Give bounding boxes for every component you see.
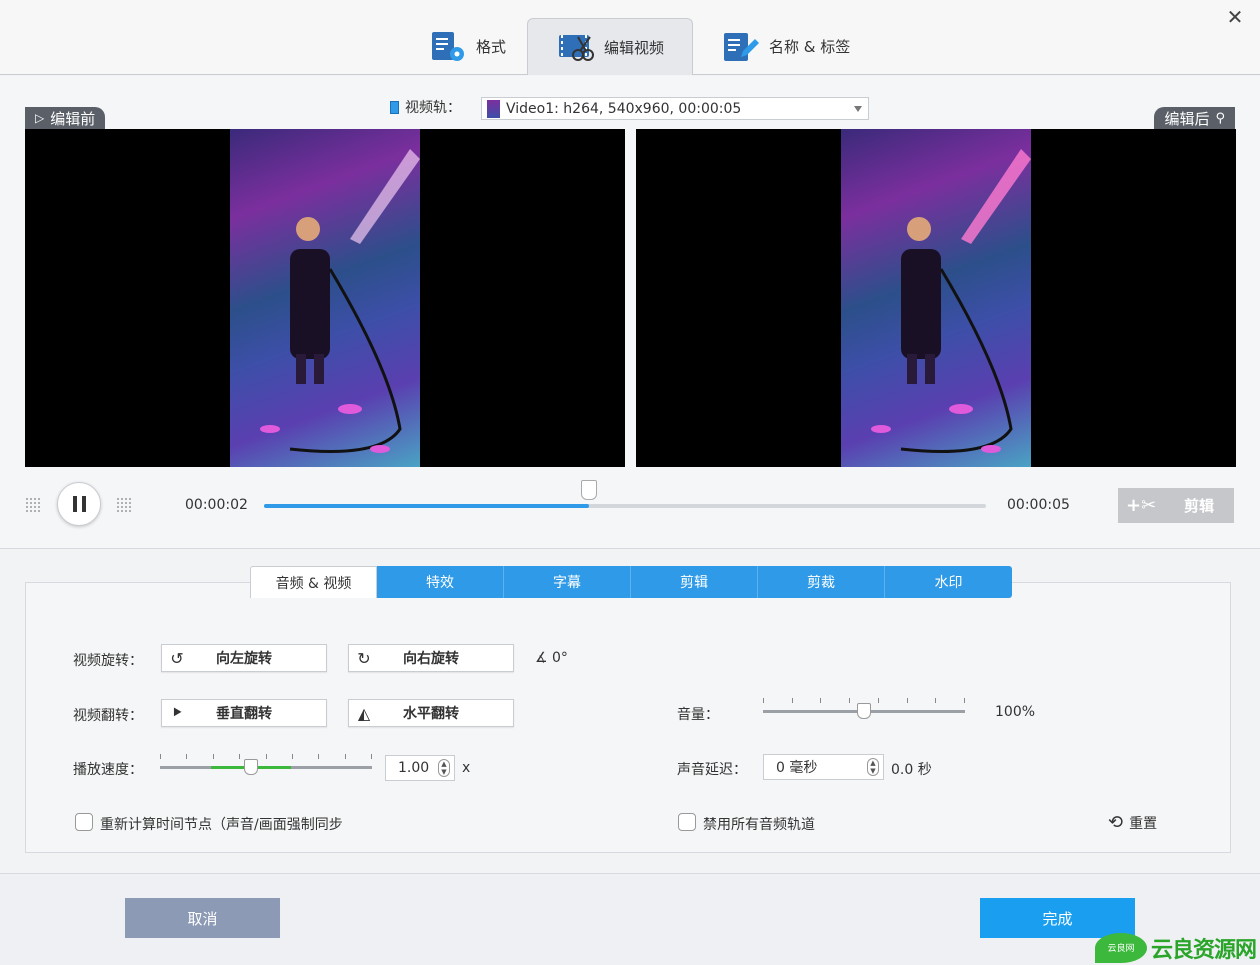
stepper-arrows-icon[interactable]: ▲ ▼ [438, 759, 450, 777]
after-edit-label: 编辑后 [1164, 109, 1210, 128]
rotate-left-icon: ↺ [170, 648, 184, 668]
tab-subtitles[interactable]: 字幕 [504, 566, 631, 598]
video-track-select[interactable]: Video1: h264, 540x960, 00:00:05 [481, 97, 869, 120]
tab-edit-video-label: 编辑视频 [604, 38, 665, 57]
volume-thumb[interactable] [857, 703, 871, 719]
tab-edit-video[interactable]: 编辑视频 [527, 18, 693, 75]
speed-label: 播放速度： [73, 762, 143, 778]
add-scissors-icon: +✂ [1126, 495, 1157, 516]
pause-icon [72, 496, 77, 512]
before-edit-tag: ▷ 编辑前 [25, 107, 106, 129]
disable-audio-label: 禁用所有音频轨道 [703, 817, 815, 833]
flip-horizontal-icon: ◭ [357, 703, 371, 723]
watermark-text: 云良资源网 [1151, 937, 1257, 963]
play-outline-icon: ▷ [35, 111, 45, 125]
video-track-icon [390, 100, 399, 114]
section-divider [0, 548, 1260, 549]
tab-audio-video[interactable]: 音频 & 视频 [250, 566, 377, 598]
after-video-frame [841, 129, 1031, 467]
video-track-label: 视频轨： [390, 97, 461, 117]
reset-label: 重置 [1129, 815, 1158, 832]
rotate-right-button[interactable]: ↻ 向右旋转 [348, 644, 514, 672]
flip-vertical-button[interactable]: ⯈ 垂直翻转 [161, 699, 327, 727]
speed-stepper[interactable]: 1.00 ▲ ▼ [385, 755, 455, 781]
speed-unit: x [462, 760, 471, 776]
angle-icon: ∡ [535, 650, 548, 666]
progress-fill [264, 504, 589, 508]
disable-audio-checkbox[interactable] [678, 813, 696, 831]
angle-readout: ∡ 0° [535, 650, 568, 666]
tab-effects[interactable]: 特效 [377, 566, 504, 598]
top-tab-bar: 格式 编辑视频 名称 & 标签 ✕ [0, 0, 1260, 75]
zoom-icon[interactable]: ⚲ [1215, 111, 1225, 126]
video-thumbnail-icon [487, 99, 500, 118]
flip-horizontal-label: 水平翻转 [403, 706, 459, 722]
speed-slider[interactable] [160, 754, 372, 775]
tab-name-tag[interactable]: 名称 & 标签 [717, 18, 854, 75]
format-settings-icon [432, 31, 464, 61]
recalc-label: 重新计算时间节点（声音/画面强制同步 [100, 817, 343, 833]
sub-tab-bar: 音频 & 视频 特效 字幕 剪辑 剪裁 水印 [250, 566, 1012, 598]
total-time: 00:00:05 [1007, 497, 1070, 513]
clip-button[interactable]: +✂ 剪辑 [1118, 488, 1234, 523]
watermark-logo: 云良网 云良资源网 [1095, 930, 1260, 965]
volume-label: 音量： [677, 707, 719, 723]
speed-value: 1.00 [398, 760, 430, 776]
before-video-preview [25, 129, 625, 467]
volume-value: 100% [995, 704, 1036, 720]
flip-vertical-icon: ⯈ [170, 703, 184, 722]
after-edit-tag: 编辑后 ⚲ [1154, 107, 1235, 129]
volume-slider[interactable] [763, 698, 965, 719]
chevron-down-icon [854, 106, 862, 112]
clip-button-label: 剪辑 [1183, 497, 1214, 515]
rotate-left-label: 向左旋转 [216, 651, 272, 667]
rotate-left-button[interactable]: ↺ 向左旋转 [161, 644, 327, 672]
speed-thumb[interactable] [244, 759, 259, 775]
scene-image [871, 149, 1031, 453]
delay-value: 0 毫秒 [776, 760, 818, 776]
reset-button[interactable]: ⟲ 重置 [1108, 812, 1157, 833]
next-frame-icon[interactable] [116, 497, 132, 513]
reset-icon: ⟲ [1108, 812, 1124, 833]
flip-vertical-label: 垂直翻转 [216, 706, 272, 722]
prev-frame-icon[interactable] [25, 497, 41, 513]
video-track-value: Video1: h264, 540x960, 00:00:05 [506, 100, 742, 117]
delay-seconds: 0.0 秒 [891, 762, 932, 778]
delay-label: 声音延迟： [677, 762, 747, 778]
speed-ticks [160, 754, 372, 759]
delay-stepper[interactable]: 0 毫秒 ▲ ▼ [763, 754, 884, 780]
flip-label: 视频翻转： [73, 708, 143, 724]
name-tag-icon [724, 32, 759, 61]
cancel-button[interactable]: 取消 [125, 898, 280, 938]
close-icon[interactable]: ✕ [1224, 6, 1246, 28]
video-track-label-text: 视频轨： [405, 100, 461, 116]
tab-clip[interactable]: 剪辑 [631, 566, 758, 598]
tab-crop[interactable]: 剪裁 [758, 566, 885, 598]
recalc-checkbox[interactable] [75, 813, 93, 831]
after-video-preview [636, 129, 1236, 467]
progress-thumb[interactable] [580, 480, 597, 500]
watermark-leaf-icon: 云良网 [1095, 932, 1147, 963]
rotate-label: 视频旋转： [73, 653, 143, 669]
angle-value: 0° [552, 650, 568, 666]
before-video-frame [230, 129, 420, 467]
tab-name-tag-label: 名称 & 标签 [769, 38, 851, 56]
stepper-arrows-icon[interactable]: ▲ ▼ [867, 758, 879, 776]
rotate-right-icon: ↻ [357, 648, 371, 668]
pause-button[interactable] [57, 482, 101, 526]
flip-horizontal-button[interactable]: ◭ 水平翻转 [348, 699, 514, 727]
tab-format-label: 格式 [476, 38, 507, 56]
tab-watermark[interactable]: 水印 [885, 566, 1012, 598]
progress-bar[interactable] [264, 480, 986, 508]
current-time: 00:00:02 [185, 497, 248, 513]
tab-format[interactable]: 格式 [420, 18, 514, 75]
before-edit-label: 编辑前 [50, 109, 96, 128]
scene-image [260, 149, 420, 453]
edit-video-icon [559, 35, 594, 61]
rotate-right-label: 向右旋转 [403, 651, 459, 667]
